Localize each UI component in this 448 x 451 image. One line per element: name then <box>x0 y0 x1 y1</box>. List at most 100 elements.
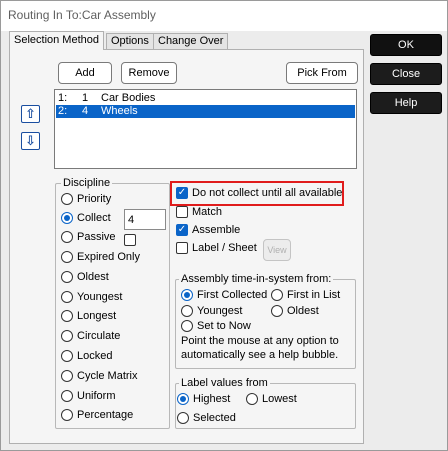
label-values-option-selected[interactable]: Selected <box>177 411 236 425</box>
option-label: First in List <box>287 289 341 301</box>
assembly-help-line-1: Point the mouse at any option to <box>181 335 339 347</box>
assembly-option-youngest[interactable]: Youngest <box>181 304 242 318</box>
discipline-option-passive[interactable]: Passive <box>61 230 116 244</box>
window-title: Routing In To:Car Assembly <box>8 8 156 22</box>
radio-icon <box>271 305 283 317</box>
radio-icon <box>61 370 73 382</box>
checkbox-checked-icon: ✓ <box>176 187 188 199</box>
radio-selected-icon <box>181 289 193 301</box>
label-values-option-lowest[interactable]: Lowest <box>246 392 297 406</box>
radio-selected-icon <box>61 212 73 224</box>
radio-icon <box>61 193 73 205</box>
radio-icon <box>246 393 258 405</box>
option-label: Oldest <box>77 271 109 283</box>
routing-list[interactable]: 1: 1 Car Bodies 2: 4 Wheels <box>54 89 357 169</box>
checkbox-label: Match <box>192 206 222 218</box>
title-bar: Routing In To:Car Assembly <box>1 1 447 31</box>
assembly-option-first-collected[interactable]: First Collected <box>181 288 267 302</box>
pick-from-label: Pick From <box>297 67 347 79</box>
discipline-option-locked[interactable]: Locked <box>61 349 112 363</box>
tab-label: Selection Method <box>14 34 99 46</box>
discipline-option-circulate[interactable]: Circulate <box>61 329 120 343</box>
assembly-option-oldest[interactable]: Oldest <box>271 304 319 318</box>
checkbox-icon <box>124 234 136 246</box>
do-not-collect-checkbox[interactable]: ✓ Do not collect until all available <box>176 186 342 200</box>
list-item-index: 1: <box>58 92 68 104</box>
radio-selected-icon <box>177 393 189 405</box>
label-sheet-checkbox[interactable]: Label / Sheet <box>176 241 257 255</box>
radio-icon <box>271 289 283 301</box>
discipline-label: Discipline <box>61 177 113 189</box>
list-item-name: Wheels <box>101 105 138 117</box>
assembly-option-first-in-list[interactable]: First in List <box>271 288 340 302</box>
discipline-option-priority[interactable]: Priority <box>61 192 111 206</box>
remove-label: Remove <box>128 67 170 79</box>
radio-icon <box>61 350 73 362</box>
add-button[interactable]: Add <box>58 62 112 84</box>
list-item-quantity: 4 <box>82 105 89 117</box>
tab-selection-method[interactable]: Selection Method <box>9 31 104 50</box>
pick-from-button[interactable]: Pick From <box>286 62 358 84</box>
match-checkbox[interactable]: Match <box>176 205 222 219</box>
discipline-option-expired-only[interactable]: Expired Only <box>61 250 140 264</box>
close-label: Close <box>391 68 421 80</box>
tab-options[interactable]: Options <box>106 33 154 49</box>
discipline-option-cycle-matrix[interactable]: Cycle Matrix <box>61 369 138 383</box>
discipline-option-percentage[interactable]: Percentage <box>61 408 133 422</box>
tab-change-over[interactable]: Change Over <box>153 33 229 49</box>
assemble-checkbox[interactable]: ✓ Assemble <box>176 223 240 237</box>
assembly-option-set-to-now[interactable]: Set to Now <box>181 319 251 333</box>
remove-button[interactable]: Remove <box>121 62 177 84</box>
passive-checkbox[interactable] <box>124 233 140 247</box>
option-label: Uniform <box>77 390 116 402</box>
option-label: Lowest <box>262 393 297 405</box>
option-label: Youngest <box>197 305 243 317</box>
option-label: Percentage <box>77 409 134 421</box>
list-item[interactable]: 2: 4 Wheels <box>56 105 355 118</box>
discipline-option-youngest[interactable]: Youngest <box>61 290 122 304</box>
label-values-option-highest[interactable]: Highest <box>177 392 230 406</box>
discipline-option-collect[interactable]: Collect <box>61 211 111 225</box>
option-label: Selected <box>193 412 236 424</box>
routing-dialog: Routing In To:Car Assembly Selection Met… <box>0 0 448 451</box>
collect-quantity-input[interactable] <box>124 209 166 230</box>
radio-icon <box>181 305 193 317</box>
add-label: Add <box>75 67 95 79</box>
option-label: Cycle Matrix <box>77 370 138 382</box>
discipline-option-uniform[interactable]: Uniform <box>61 389 116 403</box>
option-label: First Collected <box>197 289 268 301</box>
radio-icon <box>61 271 73 283</box>
radio-icon <box>177 412 189 424</box>
checkbox-label: Do not collect until all available <box>192 187 343 199</box>
option-label: Passive <box>77 231 116 243</box>
option-label: Set to Now <box>197 320 251 332</box>
move-up-button[interactable]: ⇧ <box>21 105 40 123</box>
label-values-label: Label values from <box>179 377 270 389</box>
ok-button[interactable]: OK <box>370 34 442 56</box>
option-label: Highest <box>193 393 231 405</box>
checkbox-checked-icon: ✓ <box>176 224 188 236</box>
radio-icon <box>61 291 73 303</box>
option-label: Expired Only <box>77 251 140 263</box>
help-button[interactable]: Help <box>370 92 442 114</box>
list-item[interactable]: 1: 1 Car Bodies <box>56 92 355 105</box>
option-label: Oldest <box>287 305 319 317</box>
move-down-button[interactable]: ⇩ <box>21 132 40 150</box>
discipline-option-longest[interactable]: Longest <box>61 309 116 323</box>
discipline-option-oldest[interactable]: Oldest <box>61 270 109 284</box>
move-down-icon: ⇩ <box>25 133 36 148</box>
checkbox-label: Label / Sheet <box>192 242 257 254</box>
radio-icon <box>61 409 73 421</box>
tab-label: Change Over <box>158 35 224 47</box>
option-label: Youngest <box>77 291 123 303</box>
radio-icon <box>61 330 73 342</box>
checkbox-icon <box>176 242 188 254</box>
close-button[interactable]: Close <box>370 63 442 85</box>
assembly-help-line-2: automatically see a help bubble. <box>181 349 339 361</box>
list-item-index: 2: <box>58 105 68 117</box>
view-button[interactable]: View <box>263 239 291 261</box>
list-item-quantity: 1 <box>82 92 89 104</box>
option-label: Collect <box>77 212 111 224</box>
option-label: Priority <box>77 193 112 205</box>
tab-label: Options <box>111 35 149 47</box>
